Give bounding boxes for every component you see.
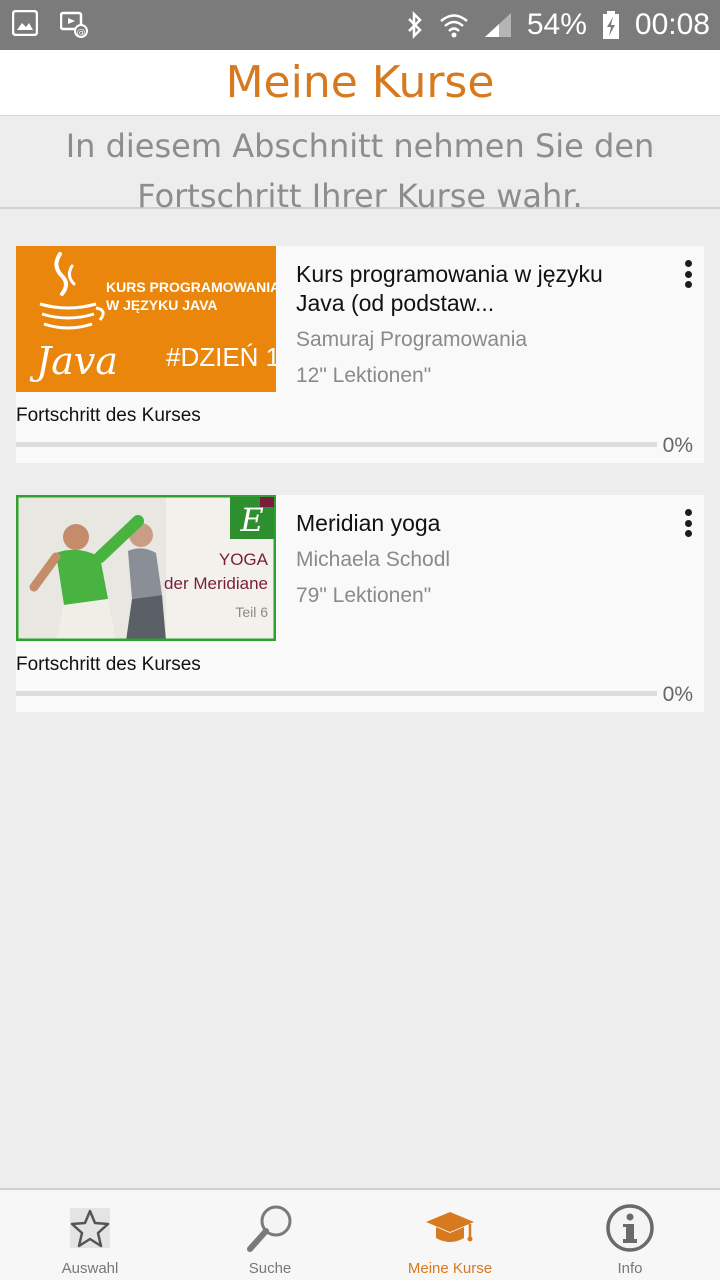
course-lessons: 79" Lektionen" [296,584,432,607]
thumb-badge: E [239,501,263,539]
course-thumbnail[interactable]: Java KURS PROGRAMOWANIA W JĘZYKU JAVA #D… [16,246,276,392]
thumb-tag: #DZIEŃ 1 [166,342,276,372]
java-logo-text: Java [29,339,118,383]
progress-percent: 0% [662,683,693,706]
course-title-line-1: Kurs programowania w języku [296,261,603,287]
course-card-yoga[interactable]: E YOGA der Meridiane Teil 6 Meridian yog… [16,495,704,712]
more-options-icon[interactable] [680,509,696,537]
bluetooth-icon [405,11,425,39]
progress-bar [16,442,657,447]
nav-meine-kurse[interactable]: Meine Kurse [360,1190,540,1280]
wifi-icon [439,11,469,39]
gallery-icon [12,10,38,38]
nav-info[interactable]: Info [540,1190,720,1280]
thumb-line-2: der Meridiane [164,574,268,593]
course-title-line-2: Java (od podstaw... [296,290,495,316]
course-lessons: 12" Lektionen" [296,364,432,387]
progress-bar [16,691,657,696]
graduation-cap-icon [360,1200,540,1256]
yoga-course-image: E YOGA der Meridiane Teil 6 [16,495,276,641]
description-line-2: Fortschritt Ihrer Kurse wahr. [137,177,583,215]
course-author: Michaela Schodl [296,548,451,571]
clock: 00:08 [634,8,710,41]
thumb-line-2: W JĘZYKU JAVA [106,297,218,313]
nav-label: Auswahl [61,1260,119,1277]
more-options-icon[interactable] [680,260,696,288]
nav-label: Info [617,1260,643,1277]
search-icon [180,1200,360,1256]
thumb-line-1: KURS PROGRAMOWANIA [106,279,276,295]
page-title: Meine Kurse [225,57,495,108]
nav-label: Meine Kurse [407,1260,493,1277]
info-icon [540,1200,720,1256]
svg-text:@: @ [77,28,86,38]
progress-label: Fortschritt des Kurses [16,405,201,426]
nav-label: Suche [248,1260,292,1277]
battery-percent: 54% [526,8,587,41]
description-line-1: In diesem Abschnitt nehmen Sie den [65,127,655,165]
section-description: In diesem Abschnitt nehmen Sie den Forts… [0,117,720,215]
nav-auswahl[interactable]: Auswahl [0,1190,180,1280]
course-thumbnail[interactable]: E YOGA der Meridiane Teil 6 [16,495,276,641]
nav-suche[interactable]: Suche [180,1190,360,1280]
app-header: Meine Kurse [0,50,720,116]
star-icon [0,1200,180,1256]
course-title[interactable]: Meridian yoga [296,509,656,538]
java-course-image: Java KURS PROGRAMOWANIA W JĘZYKU JAVA #D… [16,246,276,392]
course-title[interactable]: Kurs programowania w języku Java (od pod… [296,260,656,318]
course-title-line-1: Meridian yoga [296,510,441,536]
thumb-line-3: Teil 6 [235,604,268,620]
battery-charging-icon [601,10,621,40]
screencast-icon: @ [60,10,88,38]
signal-icon [483,11,513,39]
status-bar: @ 54% 00:08 [0,0,720,50]
progress-percent: 0% [662,434,693,457]
progress-label: Fortschritt des Kurses [16,654,201,675]
course-author: Samuraj Programowania [296,328,528,351]
bottom-navigation: Auswahl Suche Meine Kurse Info [0,1188,720,1280]
thumb-line-1: YOGA [219,550,269,569]
course-card-java[interactable]: Java KURS PROGRAMOWANIA W JĘZYKU JAVA #D… [16,246,704,463]
